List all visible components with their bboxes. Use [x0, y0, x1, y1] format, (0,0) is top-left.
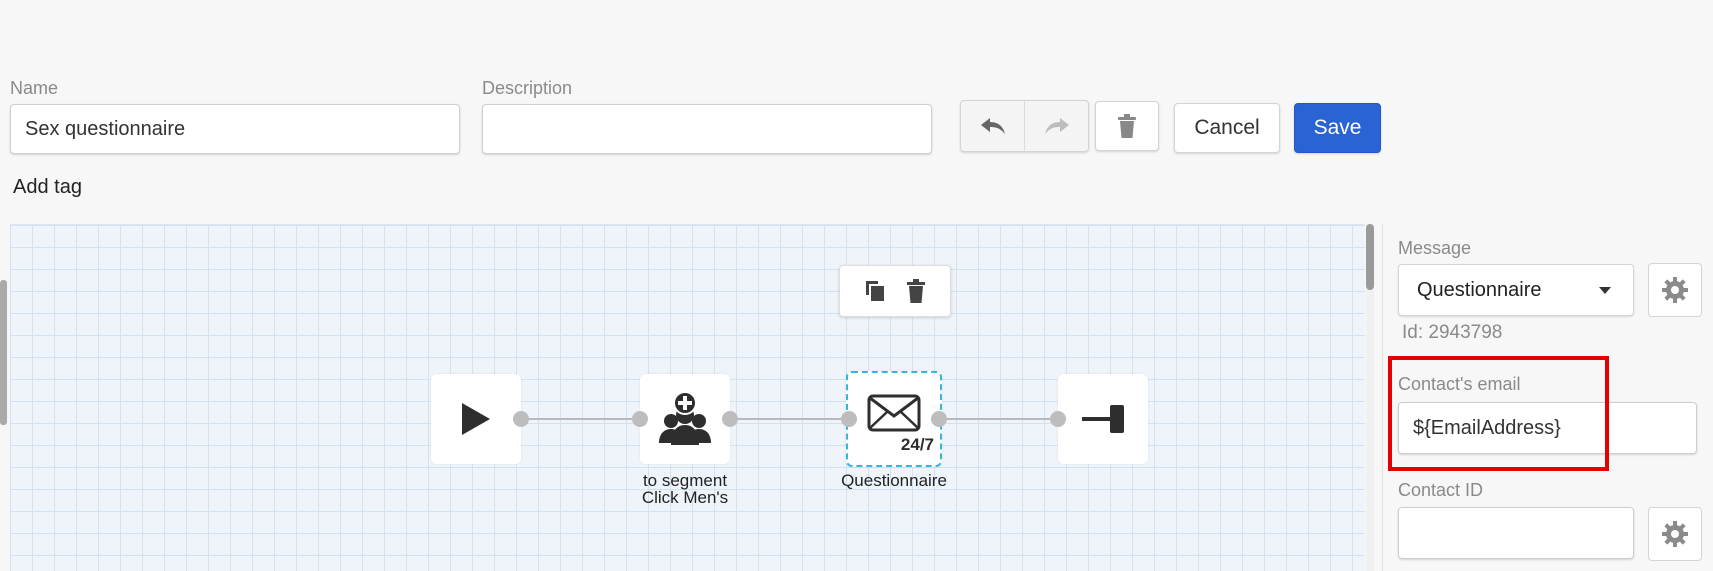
- gear-icon: [1662, 521, 1688, 547]
- envelope-icon: [867, 394, 921, 432]
- message-select[interactable]: Questionnaire: [1398, 264, 1634, 316]
- description-label: Description: [482, 78, 573, 98]
- end-node[interactable]: [1058, 374, 1148, 464]
- canvas-scrollbar[interactable]: [1366, 224, 1374, 571]
- cancel-button[interactable]: Cancel: [1174, 103, 1280, 153]
- message-node-label: Questionnaire: [841, 471, 947, 490]
- message-label: Message: [1398, 238, 1472, 258]
- connection-dot[interactable]: [722, 411, 738, 427]
- segment-label-line1: to segment: [642, 471, 728, 490]
- start-node[interactable]: [431, 374, 521, 464]
- undo-icon: [980, 118, 1005, 134]
- connection-dot[interactable]: [1050, 411, 1066, 427]
- connector-line: [521, 418, 641, 420]
- connection-dot[interactable]: [632, 411, 648, 427]
- copy-icon: [866, 281, 884, 301]
- message-settings-button[interactable]: [1648, 263, 1702, 317]
- save-button[interactable]: Save: [1294, 103, 1381, 153]
- connector-line: [939, 418, 1059, 420]
- copy-button[interactable]: [864, 279, 886, 303]
- properties-panel: Message Questionnaire Id: 2943798 Contac…: [1382, 224, 1713, 571]
- delete-button[interactable]: [1095, 101, 1159, 151]
- message-id-text: Id: 2943798: [1402, 322, 1503, 343]
- delete-node-button[interactable]: [906, 279, 926, 303]
- description-input[interactable]: [482, 104, 932, 154]
- redo-button[interactable]: [1024, 101, 1088, 151]
- undo-button[interactable]: [961, 101, 1024, 151]
- trash-icon: [1118, 114, 1136, 138]
- message-node[interactable]: 24/7: [846, 371, 942, 467]
- connection-dot[interactable]: [841, 411, 857, 427]
- message-select-value: Questionnaire: [1417, 278, 1542, 301]
- undo-redo-group: [960, 100, 1089, 152]
- node-toolbar: [839, 265, 951, 317]
- highlight-box: [1388, 356, 1609, 471]
- segment-node-label: to segment Click Men's: [615, 472, 755, 506]
- left-scrollbar[interactable]: [0, 280, 7, 425]
- connector-line: [730, 418, 850, 420]
- trash-icon: [907, 279, 925, 303]
- add-tag-link[interactable]: Add tag: [13, 176, 82, 199]
- gear-icon: [1662, 277, 1688, 303]
- contact-id-input[interactable]: [1398, 507, 1634, 559]
- connection-dot[interactable]: [931, 411, 947, 427]
- redo-icon: [1044, 118, 1069, 134]
- name-label: Name: [10, 78, 59, 98]
- chevron-down-icon: [1599, 287, 1611, 294]
- add-to-segment-icon: [659, 391, 711, 445]
- canvas-scrollbar-thumb[interactable]: [1366, 224, 1374, 290]
- schedule-badge: 24/7: [900, 435, 934, 454]
- contact-id-label: Contact ID: [1398, 480, 1484, 500]
- name-input[interactable]: [10, 104, 460, 154]
- connection-dot[interactable]: [513, 411, 529, 427]
- workflow-canvas[interactable]: 24/7 to segment Click Men's Questionnair…: [10, 224, 1365, 571]
- segment-node[interactable]: [640, 374, 730, 464]
- segment-label-line2: Click Men's: [641, 488, 729, 507]
- contact-id-settings-button[interactable]: [1648, 507, 1702, 561]
- end-icon: [1082, 405, 1124, 433]
- play-icon: [462, 403, 490, 435]
